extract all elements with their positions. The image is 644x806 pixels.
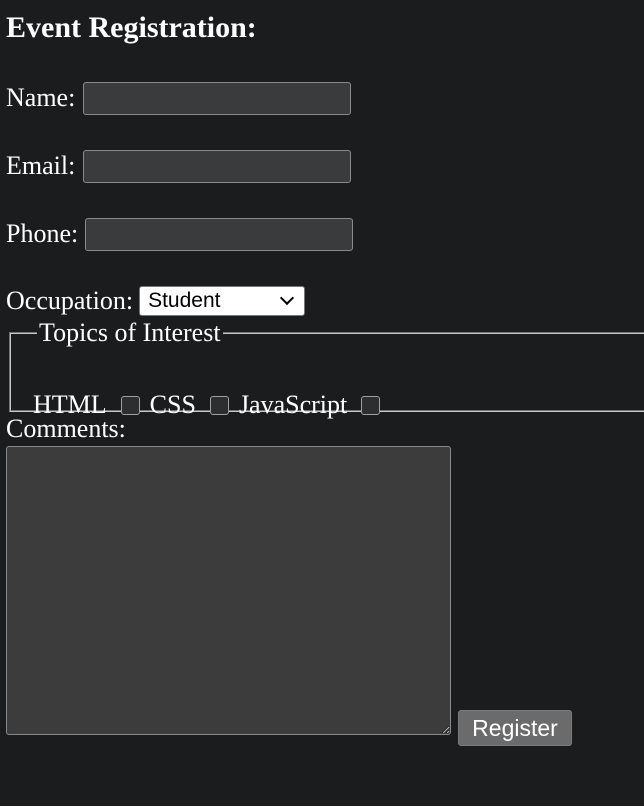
- register-button[interactable]: Register: [458, 710, 572, 746]
- comments-textarea[interactable]: [6, 446, 451, 735]
- occupation-selected-value: Student: [148, 289, 221, 312]
- phone-label: Phone:: [6, 219, 79, 248]
- topic-html-checkbox[interactable]: [120, 395, 140, 415]
- email-input[interactable]: [83, 149, 352, 183]
- occupation-label: Occupation:: [6, 286, 134, 315]
- chevron-down-icon: [280, 290, 295, 306]
- email-row: Email:: [6, 147, 352, 185]
- topics-fieldset: Topics of Interest HTML CSS JavaScript: [9, 318, 644, 419]
- topic-javascript-checkbox[interactable]: [361, 395, 381, 415]
- phone-input[interactable]: [85, 217, 354, 251]
- topics-legend: Topics of Interest: [39, 318, 221, 347]
- email-label: Email:: [6, 151, 76, 180]
- registration-page: Event Registration: Name: Email: Phone: …: [0, 0, 644, 806]
- comments-label: Comments:: [6, 414, 126, 443]
- name-label: Name:: [6, 83, 76, 112]
- phone-row: Phone:: [6, 215, 354, 253]
- occupation-row: Occupation: Student: [6, 282, 306, 320]
- topic-javascript: JavaScript: [239, 390, 390, 420]
- topic-css-label: CSS: [149, 390, 196, 419]
- topic-css: CSS: [150, 390, 239, 420]
- occupation-select[interactable]: Student: [139, 286, 306, 316]
- name-input[interactable]: [83, 81, 352, 115]
- page-title: Event Registration:: [6, 11, 257, 44]
- name-row: Name:: [6, 79, 352, 117]
- topic-css-checkbox[interactable]: [209, 395, 229, 415]
- topic-javascript-label: JavaScript: [238, 390, 348, 419]
